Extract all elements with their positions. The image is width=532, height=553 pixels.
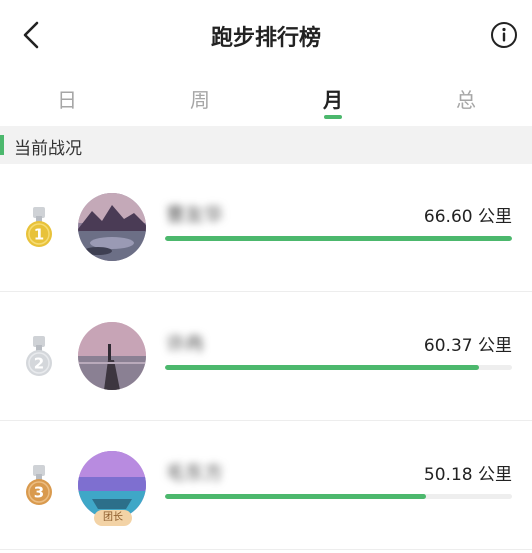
period-tabs: 日 周 月 总 [0, 80, 532, 126]
medal-rank: 1 [34, 226, 44, 244]
progress-fill [165, 236, 512, 241]
navigation-bar: 跑步排行榜 [0, 0, 532, 70]
gold-medal-icon: 1 [26, 207, 52, 247]
progress-bar [165, 494, 512, 499]
runner-name: 曹友华 [166, 204, 224, 226]
avatar[interactable] [78, 322, 146, 390]
silver-medal-icon: 2 [26, 336, 52, 376]
medal-rank: 2 [34, 355, 44, 373]
distance-value: 50.18 公里 [423, 465, 512, 485]
section-accent-bar [0, 135, 4, 155]
progress-bar [165, 236, 512, 241]
tab-month-label: 月 [323, 88, 343, 112]
avatar-image [78, 193, 146, 261]
tab-month[interactable]: 月 [303, 84, 363, 119]
section-title: 当前战况 [14, 139, 82, 159]
section-header: 当前战况 [0, 126, 532, 164]
distance-value: 66.60 公里 [423, 207, 512, 227]
tab-week[interactable]: 周 [170, 84, 230, 113]
leaderboard-row[interactable]: 3 团长 毛东方 50.18 公里 [0, 422, 532, 550]
tab-day[interactable]: 日 [37, 84, 97, 113]
runner-name: 许冉 [166, 333, 205, 355]
tab-total[interactable]: 总 [436, 84, 496, 113]
avatar[interactable] [78, 193, 146, 261]
captain-badge: 团长 [94, 510, 132, 526]
leaderboard-row[interactable]: 2 许冉 60.37 公里 [0, 293, 532, 421]
avatar-image [78, 322, 146, 390]
info-button[interactable] [490, 21, 518, 49]
distance-value: 60.37 公里 [423, 336, 512, 356]
avatar-image [78, 451, 146, 519]
info-circle-icon [491, 22, 517, 48]
bronze-medal-icon: 3 [26, 465, 52, 505]
medal-rank: 3 [34, 484, 44, 502]
runner-name: 毛东方 [166, 462, 224, 484]
progress-fill [165, 494, 427, 499]
progress-fill [165, 365, 480, 370]
page-title: 跑步排行榜 [210, 26, 321, 51]
progress-bar [165, 365, 512, 370]
leaderboard-row[interactable]: 1 曹友华 66.60 公里 [0, 164, 532, 292]
active-tab-indicator [324, 115, 342, 119]
avatar[interactable] [78, 451, 146, 519]
